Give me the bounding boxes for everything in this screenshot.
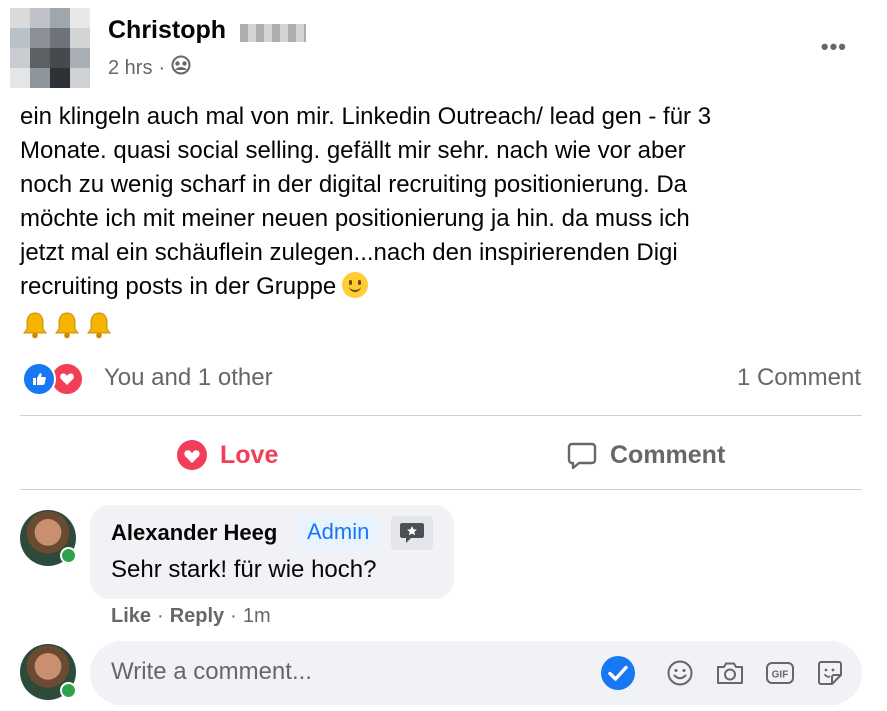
reaction-icons[interactable] [22,362,84,396]
meta-separator: · [158,56,166,79]
reaction-summary[interactable]: You and 1 other [104,364,273,392]
bell-icon [87,312,111,339]
bell-icon [23,312,47,339]
comment-button[interactable]: Comment [566,432,725,478]
post-meta: 2 hrs · [108,55,191,81]
comment-count[interactable]: 1 Comment [737,364,861,392]
comment-icon [567,442,597,470]
post-text-line: möchte ich mit meiner neuen positionieru… [20,205,690,232]
author-name-redaction [240,24,306,42]
divider [20,415,862,416]
admin-badge[interactable]: Admin [299,516,378,548]
smile-emoji-icon [342,272,369,298]
camera-icon[interactable] [712,655,748,691]
sticker-icon[interactable] [812,655,848,691]
separator: · [230,605,237,627]
comment-time[interactable]: 1m [243,605,271,628]
post-time[interactable]: 2 hrs [108,57,152,80]
more-options-button[interactable]: ••• [821,34,847,60]
post-author-name[interactable]: Christoph [108,16,226,45]
comment-actions: Like · Reply · 1m [111,605,271,628]
online-status-dot [60,547,77,564]
post-text-line: Monate. quasi social selling. gefällt mi… [20,137,686,164]
bell-emoji-row [20,310,114,340]
emoji-icon[interactable] [662,655,698,691]
post-text-line-last: recruiting posts in der Gruppe [20,270,850,304]
gif-icon[interactable]: GIF [762,655,798,691]
divider [20,489,862,490]
commenter-name[interactable]: Alexander Heeg [111,520,277,546]
post-text-line: noch zu wenig scharf in der digital recr… [20,171,688,198]
bell-icon [55,312,79,339]
post-text-line: recruiting posts in der Gruppe [20,273,337,300]
verified-check-icon[interactable] [600,655,636,691]
post-text-line: ein klingeln auch mal von mir. Linkedin … [20,103,712,130]
star-badge-icon[interactable] [391,516,433,550]
post-text-line: jetzt mal ein schäuflein zulegen...nach … [20,239,678,266]
comment-reply-link[interactable]: Reply [170,605,224,628]
love-button[interactable]: Love [176,432,278,478]
comment-like-link[interactable]: Like [111,605,151,628]
post-text: ein klingeln auch mal von mir. Linkedin … [20,100,850,304]
group-icon [171,55,191,81]
write-comment-input[interactable] [111,658,581,686]
comment-label: Comment [610,440,726,469]
comment-text: Sehr stark! für wie hoch? [111,556,377,583]
online-status-dot [60,682,77,699]
svg-text:GIF: GIF [772,670,789,681]
author-avatar[interactable] [10,8,90,88]
separator: · [157,605,164,627]
love-label: Love [220,440,279,469]
like-reaction-icon [22,362,56,396]
love-icon [177,440,207,470]
